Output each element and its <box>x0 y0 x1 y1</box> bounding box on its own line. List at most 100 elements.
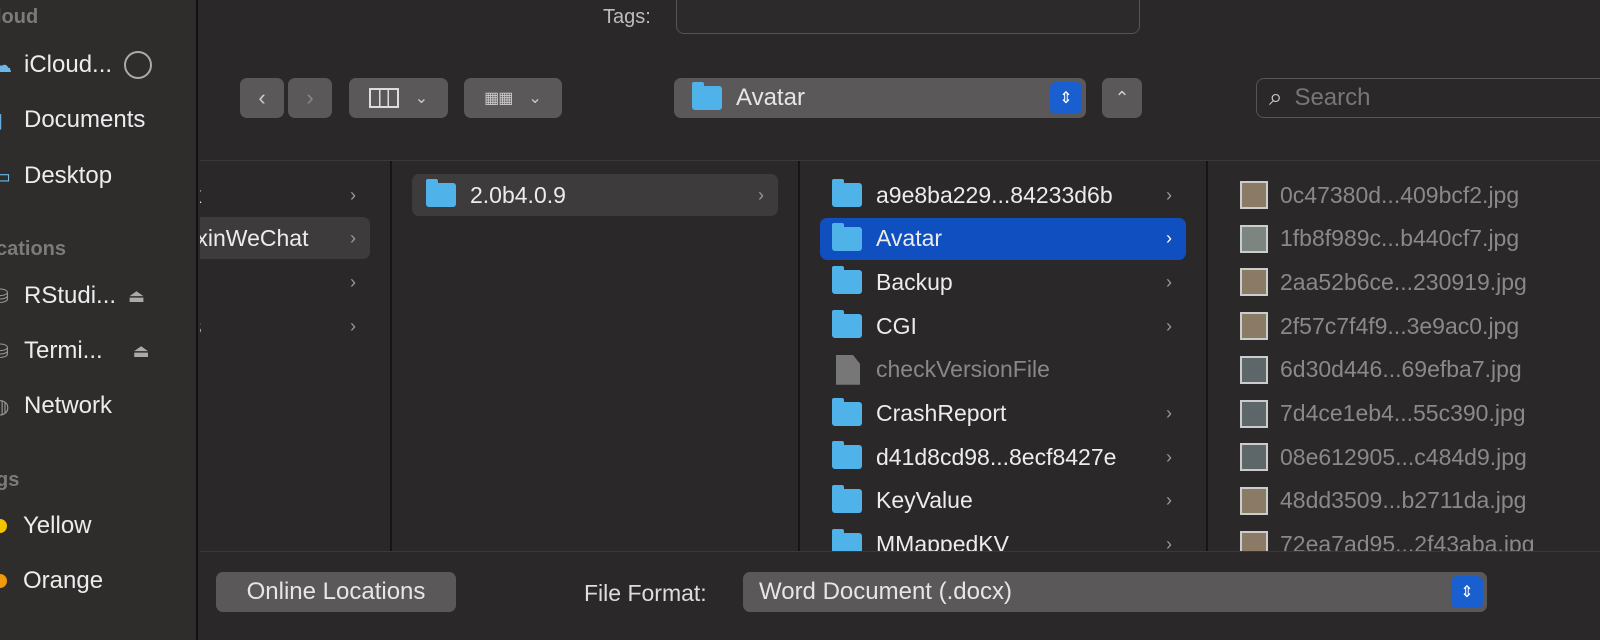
chevron-right-icon: › <box>350 184 356 205</box>
sidebar-item-terminal[interactable]: ⛁ Termi... ⏏ <box>0 331 150 371</box>
list-item[interactable]: Backup › <box>820 261 1186 303</box>
item-label: d41d8cd98...8ecf8427e <box>876 443 1117 470</box>
folder-icon <box>832 528 862 551</box>
list-item[interactable]: KeyValue › <box>820 480 1186 522</box>
online-locations-button[interactable]: Online Locations <box>216 572 456 612</box>
list-item[interactable]: CGI › <box>820 305 1186 347</box>
item-label: CrashReport <box>876 400 1007 426</box>
view-mode-button[interactable]: ⌄ <box>349 78 448 118</box>
updown-chevron-icon: ⇕ <box>1451 576 1483 608</box>
image-thumbnail-icon <box>1240 224 1268 253</box>
list-item[interactable]: 48dd3509...b2711da.jpg <box>1240 480 1526 522</box>
location-popup[interactable]: Avatar ⇕ <box>674 78 1086 118</box>
list-item[interactable]: 7d4ce1eb4...55c390.jpg <box>1240 393 1526 435</box>
list-item[interactable]: Avatar › <box>820 217 1186 260</box>
collapse-button[interactable]: ⌃ <box>1102 78 1142 118</box>
chevron-right-icon: › <box>1166 446 1172 467</box>
folder-icon <box>832 266 862 295</box>
image-thumbnail-icon <box>1240 312 1268 341</box>
list-item[interactable]: checkVersionFile <box>820 349 1186 391</box>
item-label: a9e8ba229...84233d6b <box>876 181 1113 208</box>
column-3: a9e8ba229...84233d6b › Avatar › Backup › CGI › c… <box>800 161 1208 552</box>
item-label: s <box>200 313 202 340</box>
eject-icon[interactable]: ⏏ <box>133 341 150 362</box>
chevron-right-icon: › <box>306 85 314 110</box>
chevron-left-icon: ‹ <box>258 85 266 110</box>
sidebar-item-documents[interactable]: ▯ Documents <box>0 100 145 140</box>
group-button[interactable]: ▦▦ ⌄ <box>464 78 562 118</box>
list-item[interactable]: .xinWeChat › <box>200 217 370 259</box>
eject-icon[interactable]: ⏏ <box>128 286 145 307</box>
tag-label: Yellow <box>23 512 92 539</box>
item-label: 7d4ce1eb4...55c390.jpg <box>1280 400 1526 426</box>
save-dialog: Tags: ‹ › ⌄ ▦▦⌄ Avatar⇕ ⌃ ⌕Search k› .xi… <box>200 0 1600 640</box>
item-label: MMappedKV <box>876 531 1009 552</box>
chevron-down-icon: ⌄ <box>528 90 542 107</box>
tags-input[interactable] <box>676 0 1140 34</box>
folder-icon <box>832 222 862 251</box>
file-format-value: Word Document (.docx) <box>759 578 1012 605</box>
image-thumbnail-icon <box>1240 181 1268 209</box>
folder-icon <box>426 179 456 207</box>
sidebar-tag-orange[interactable]: Orange <box>0 561 103 601</box>
image-thumbnail-icon <box>1240 443 1268 472</box>
item-label: 6d30d446...69efba7.jpg <box>1280 356 1522 383</box>
list-item[interactable]: s› <box>200 305 370 347</box>
chevron-right-icon: › <box>1166 228 1172 249</box>
item-label: 08e612905...c484d9.jpg <box>1280 443 1527 470</box>
list-item[interactable]: MMappedKV › <box>820 524 1186 552</box>
item-label: checkVersionFile <box>876 356 1050 383</box>
file-format-select[interactable]: Word Document (.docx) ⇕ <box>743 572 1487 612</box>
image-thumbnail-icon <box>1240 399 1268 428</box>
sidebar-item-label: Termi... <box>24 337 103 364</box>
sidebar-item-label: Documents <box>24 106 146 133</box>
list-item[interactable]: 6d30d446...69efba7.jpg <box>1240 349 1522 391</box>
item-label: 2aa52b6ce...230919.jpg <box>1280 268 1527 295</box>
folder-icon <box>832 397 862 426</box>
sidebar-item-rstudio[interactable]: ⛁ RStudi... ⏏ <box>0 276 145 316</box>
section-tags: gs <box>0 469 20 491</box>
image-thumbnail-icon <box>1240 355 1268 384</box>
sidebar-tag-yellow[interactable]: Yellow <box>0 506 92 546</box>
chevron-right-icon: › <box>350 315 356 336</box>
sidebar-item-network[interactable]: ◍ Network <box>0 386 112 426</box>
grid-icon: ▦▦ <box>484 90 513 107</box>
list-item[interactable]: › <box>200 261 370 303</box>
chevron-right-icon: › <box>1166 534 1172 552</box>
list-item[interactable]: 08e612905...c484d9.jpg <box>1240 436 1527 478</box>
list-item[interactable]: 2aa52b6ce...230919.jpg <box>1240 261 1527 303</box>
back-button[interactable]: ‹ <box>240 78 284 118</box>
search-input[interactable]: ⌕ Search <box>1256 78 1600 118</box>
list-item[interactable]: CrashReport › <box>820 393 1186 435</box>
list-item[interactable]: 72ea7ad95...2f43aba.jpg <box>1240 524 1535 551</box>
list-item[interactable]: 2.0b4.0.9 › <box>412 174 778 216</box>
orange-dot-icon <box>0 574 7 588</box>
list-item[interactable]: 2f57c7f4f9...3e9ac0.jpg <box>1240 305 1519 347</box>
sidebar-item-desktop[interactable]: ▭ Desktop <box>0 156 112 196</box>
folder-icon <box>832 484 862 513</box>
column-browser: k› .xinWeChat› › s› 2.0b4.0.9› a9e8ba229… <box>200 160 1600 552</box>
column-1: k› .xinWeChat› › s› <box>200 161 392 551</box>
columns-view-icon <box>368 88 399 108</box>
forward-button[interactable]: › <box>288 78 332 118</box>
chevron-down-icon: ⌄ <box>414 90 429 107</box>
chevron-right-icon: › <box>1166 490 1172 511</box>
sidebar: loud ☁ iCloud... ▯ Documents ▭ Desktop cati… <box>0 0 198 640</box>
file-icon <box>836 354 860 385</box>
item-label: KeyValue <box>876 487 973 514</box>
file-format-label: File Format: <box>584 580 707 606</box>
sidebar-item-label: iCloud... <box>24 51 113 78</box>
updown-chevron-icon: ⇕ <box>1050 82 1082 114</box>
list-item[interactable]: a9e8ba229...84233d6b › <box>820 174 1186 216</box>
item-label: k <box>200 182 202 209</box>
search-icon: ⌕ <box>1269 84 1283 111</box>
search-placeholder: Search <box>1294 84 1371 111</box>
item-label: 0c47380d...409bcf2.jpg <box>1280 181 1520 208</box>
list-item[interactable]: 0c47380d...409bcf2.jpg <box>1240 174 1519 216</box>
sidebar-item-icloud[interactable]: ☁ iCloud... <box>0 45 153 85</box>
list-item[interactable]: 1fb8f989c...b440cf7.jpg <box>1240 218 1519 260</box>
tag-label: Orange <box>23 567 104 594</box>
list-item[interactable]: d41d8cd98...8ecf8427e › <box>820 436 1186 478</box>
network-icon: ◍ <box>0 395 10 418</box>
list-item[interactable]: k› <box>200 174 370 216</box>
